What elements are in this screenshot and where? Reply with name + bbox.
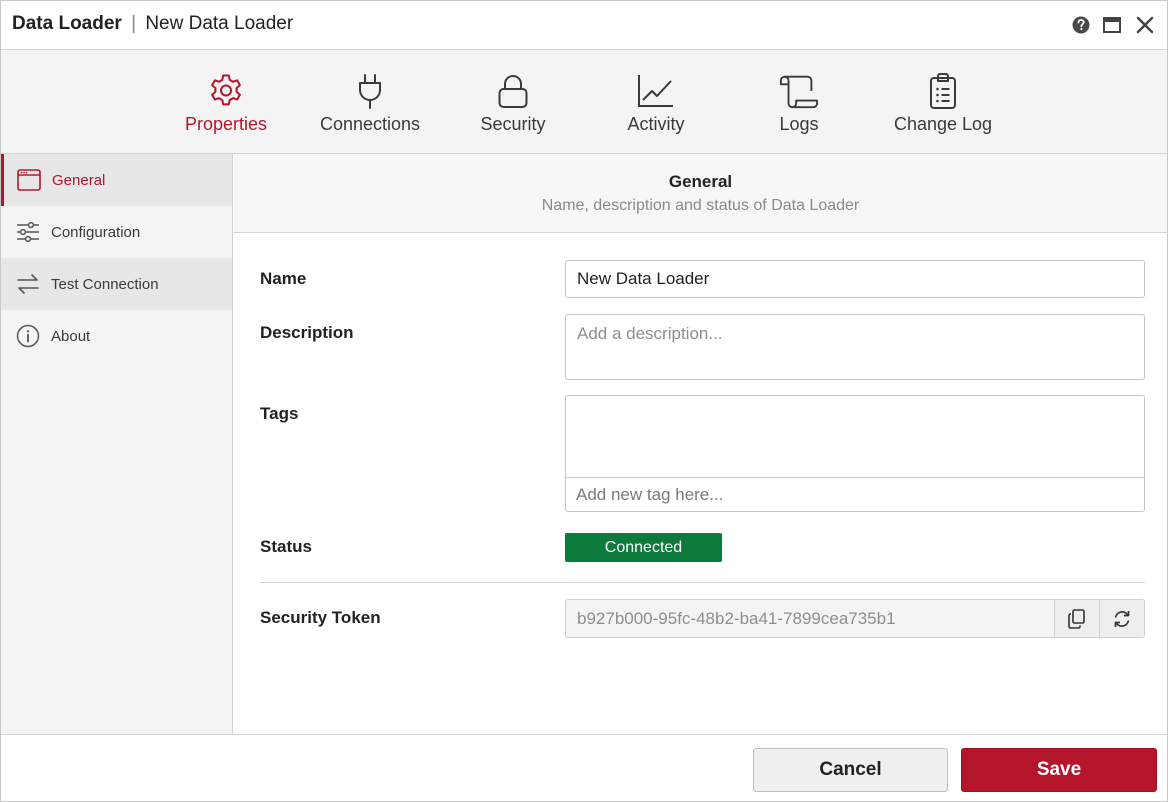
security-token-label: Security Token [260,608,381,627]
item-name: New Data Loader [145,13,294,34]
maximize-button[interactable] [1101,14,1123,36]
description-input[interactable] [565,314,1145,380]
description-label: Description [260,323,354,342]
window-icon [16,167,42,193]
tab-label: Activity [627,114,685,134]
gear-icon [206,71,246,111]
app-name: Data Loader [12,13,122,34]
security-token-value: b927b000-95fc-48b2-ba41-7899cea735b1 [577,609,896,628]
refresh-icon [1114,610,1130,627]
tab-label: Logs [779,114,819,134]
copy-icon [1068,608,1085,629]
lock-icon [493,71,533,111]
sidebar-item-configuration[interactable]: Configuration [1,206,232,258]
cancel-button[interactable]: Cancel [753,748,948,792]
tab-change-log[interactable]: Change Log [878,50,1008,154]
chart-icon [636,71,676,111]
title-separator: | [131,13,137,34]
tags-list [566,396,1144,478]
top-navigation: Properties Connections Security Activity… [1,50,1167,154]
sidebar-item-label: Test Connection [51,275,159,293]
tab-connections[interactable]: Connections [305,50,435,154]
regenerate-token-button[interactable] [1099,600,1144,637]
sidebar-item-general[interactable]: General [1,154,232,206]
status-label: Status [260,537,312,556]
close-icon [1136,16,1154,34]
window-title: Data Loader | New Data Loader [12,13,293,35]
status-badge: Connected [565,533,722,562]
sidebar-item-about[interactable]: About [1,310,232,362]
name-input[interactable] [565,260,1145,298]
save-button[interactable]: Save [961,748,1157,792]
tab-label: Properties [184,114,268,134]
sidebar: General Configuration Test Connection Ab… [1,154,233,734]
maximize-icon [1103,17,1121,33]
close-button[interactable] [1134,14,1156,36]
security-token-field: b927b000-95fc-48b2-ba41-7899cea735b1 [565,599,1145,638]
tab-properties[interactable]: Properties [161,50,291,154]
clipboard-icon [923,71,963,111]
tab-logs[interactable]: Logs [734,50,864,154]
help-button[interactable] [1070,14,1092,36]
sidebar-item-label: General [52,171,106,189]
tags-field [565,395,1145,512]
name-label: Name [260,269,307,288]
main-panel: General Name, description and status of … [234,154,1167,734]
tab-label: Security [480,114,546,134]
scroll-icon [779,71,819,111]
title-bar: Data Loader | New Data Loader [1,1,1167,50]
section-subtitle: Name, description and status of Data Loa… [541,197,860,214]
tab-label: Connections [319,114,421,134]
arrows-swap-icon [15,271,41,297]
sliders-icon [15,219,41,245]
plug-icon [350,71,390,111]
copy-token-button[interactable] [1054,600,1099,637]
help-icon [1072,16,1090,34]
section-title: General [668,172,733,191]
footer: Cancel Save [1,734,1167,801]
divider [260,582,1145,583]
tab-label: Change Log [893,114,993,134]
info-icon [15,323,41,349]
tag-input[interactable] [566,478,1144,511]
tab-activity[interactable]: Activity [591,50,721,154]
data-loader-window: Data Loader | New Data Loader Properties… [0,0,1168,802]
section-header: General Name, description and status of … [234,154,1167,233]
sidebar-item-test-connection[interactable]: Test Connection [1,258,232,310]
sidebar-item-label: About [51,327,91,345]
sidebar-item-label: Configuration [51,223,141,241]
tags-label: Tags [260,404,299,423]
tab-security[interactable]: Security [448,50,578,154]
